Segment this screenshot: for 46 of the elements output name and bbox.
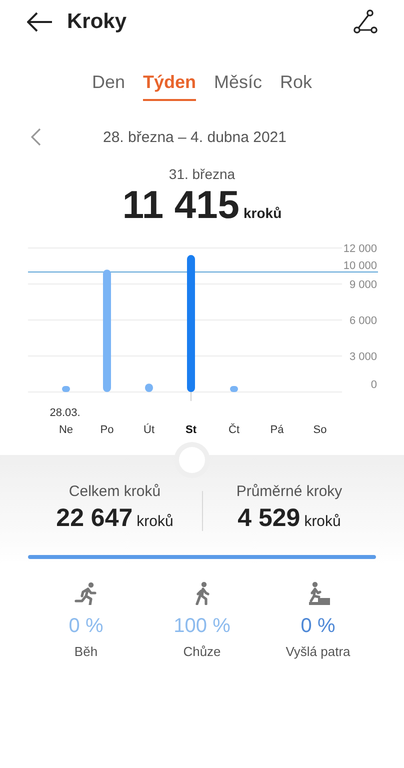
stat-unit: kroků <box>304 513 341 530</box>
bar[interactable] <box>145 384 153 392</box>
stat-value: 4 529 <box>238 504 300 533</box>
bar[interactable] <box>62 386 70 392</box>
day-label[interactable]: St <box>186 424 196 436</box>
stair-climbing-figure-icon <box>306 581 330 605</box>
day-label[interactable]: Čt <box>228 424 240 436</box>
screen-title: Kroky <box>67 10 127 34</box>
activity-label: Vyšlá patra <box>286 644 350 659</box>
activity-percent: 100 % <box>174 615 230 638</box>
axis-label: 6 000 <box>349 315 377 327</box>
activity-percent: 0 % <box>68 615 104 638</box>
stat-value: 22 647 <box>56 504 133 533</box>
previous-button[interactable] <box>31 128 41 146</box>
day-label[interactable]: Út <box>144 424 154 436</box>
goal-label: 10 000 <box>343 260 377 272</box>
day-label[interactable]: Po <box>100 424 114 436</box>
axis-label: 3 000 <box>349 351 377 363</box>
step-unit: kroků <box>244 205 282 221</box>
axis-label: 9 000 <box>349 279 377 291</box>
date-range: 28. března – 4. dubna 2021 <box>103 128 286 146</box>
selection-line <box>190 392 192 402</box>
chevron-left-icon <box>31 128 41 146</box>
step-count: 11 415 <box>122 184 240 228</box>
activity-label: Běh <box>74 644 98 659</box>
share-button[interactable] <box>352 9 378 35</box>
activity-label: Chůze <box>183 644 221 659</box>
axis-label: 12 000 <box>343 243 377 255</box>
activity-percent: 0 % <box>300 615 336 638</box>
date-label: 28.03. <box>50 407 80 419</box>
back-button[interactable] <box>27 12 53 32</box>
selected-date: 31. března <box>168 166 236 182</box>
axis-label: 0 <box>370 379 377 391</box>
running-figure-icon <box>74 581 98 605</box>
stat-unit: kroků <box>136 513 174 530</box>
period-tab[interactable]: Rok <box>280 69 312 101</box>
day-label[interactable]: Ne <box>58 424 74 436</box>
stat-label: Celkem kroků <box>68 483 161 500</box>
period-tab[interactable]: Měsíc <box>214 69 262 101</box>
back-icon <box>27 12 53 32</box>
day-label[interactable]: So <box>313 424 327 436</box>
stat-label: Průměrné kroky <box>236 483 342 500</box>
share-icon <box>352 9 378 35</box>
bar[interactable] <box>230 386 238 392</box>
period-tab[interactable]: Den <box>92 69 125 101</box>
day-label[interactable]: Pá <box>270 424 284 436</box>
